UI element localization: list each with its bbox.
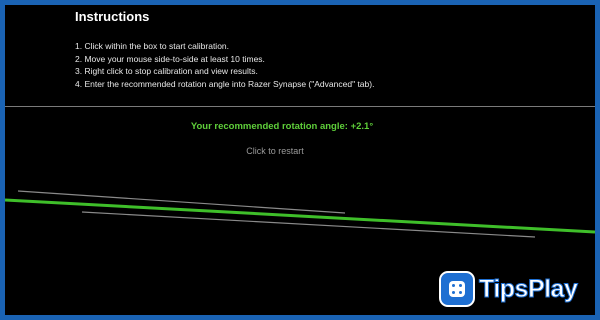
dice-icon — [439, 271, 475, 307]
logo-text: TipsPlay — [478, 274, 578, 303]
recommended-angle-text: Your recommended rotation angle: +2.1° — [190, 121, 374, 132]
restart-button[interactable]: Click to restart — [5, 146, 545, 156]
rotation-fit-line — [5, 198, 595, 234]
tipsplay-logo: TipsPlay — [439, 269, 589, 309]
calibration-area[interactable]: Instructions 1. Click within the box to … — [5, 5, 595, 315]
